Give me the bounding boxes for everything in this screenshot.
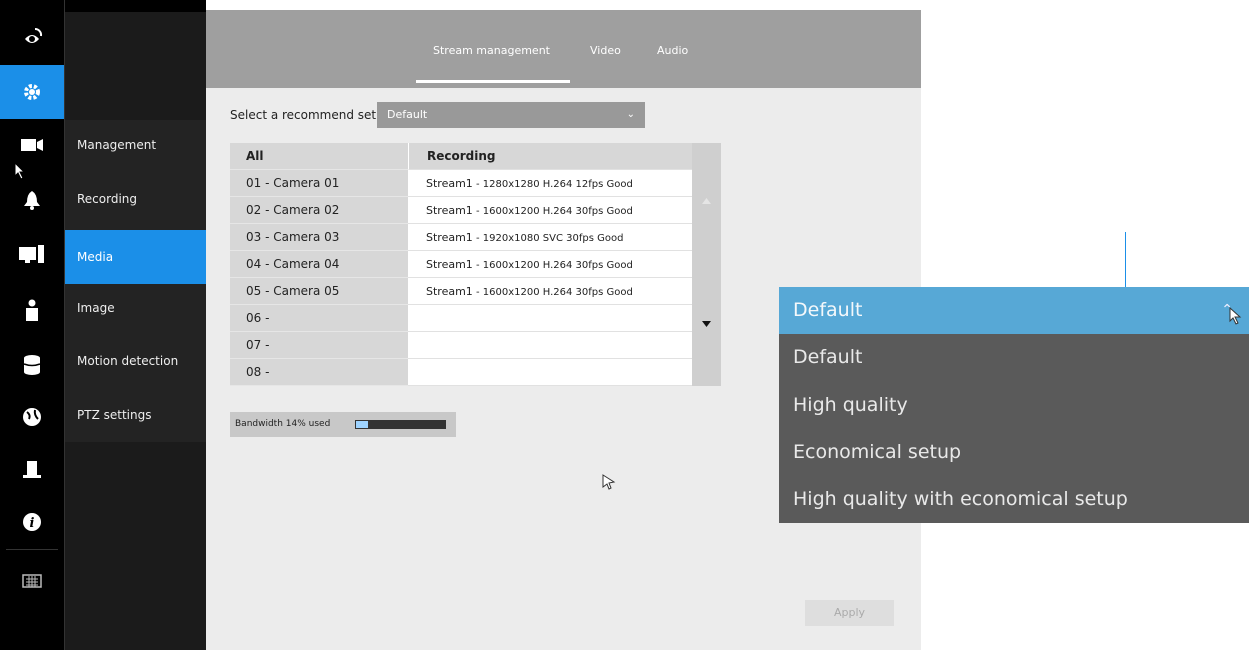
media-submenu: Management Recording Media Image Motion … xyxy=(64,0,206,650)
tab-video[interactable]: Video xyxy=(590,44,621,57)
stream-cell[interactable]: Stream1 - 1600x1200 H.264 30fps Good xyxy=(408,251,692,278)
back-eye-icon[interactable] xyxy=(0,12,64,62)
globe-icon[interactable] xyxy=(0,392,64,442)
scroll-down-icon[interactable] xyxy=(702,321,711,327)
bandwidth-bar xyxy=(355,420,446,429)
table-row[interactable]: 08 - xyxy=(230,359,721,386)
mouse-cursor-icon xyxy=(14,162,26,180)
stream-cell[interactable]: Stream1 - 1600x1200 H.264 30fps Good xyxy=(408,197,692,224)
stream-header: Stream management Video Audio xyxy=(206,10,921,88)
camera-name: 02 - Camera 02 xyxy=(230,197,408,224)
camera-name: 03 - Camera 03 xyxy=(230,224,408,251)
scroll-up-icon[interactable] xyxy=(702,198,711,204)
mouse-cursor-icon xyxy=(1229,307,1242,325)
keyboard-icon[interactable] xyxy=(0,555,64,605)
camera-name: 07 - xyxy=(230,332,408,359)
stream-name: Stream1 xyxy=(426,177,473,190)
camera-name: 05 - Camera 05 xyxy=(230,278,408,305)
dropdown-option-high-quality-economical[interactable]: High quality with economical setup xyxy=(779,476,1249,523)
submenu-item-image[interactable]: Image xyxy=(65,281,206,335)
submenu-item-motion-detection[interactable]: Motion detection xyxy=(65,334,206,388)
stream-name: Stream1 xyxy=(426,285,473,298)
submenu-top xyxy=(65,0,206,12)
plugin-icon[interactable] xyxy=(0,445,64,495)
stream-name: Stream1 xyxy=(426,231,473,244)
bandwidth-label: Bandwidth 14% used xyxy=(235,419,331,429)
stream-cell[interactable]: Stream1 - 1280x1280 H.264 12fps Good xyxy=(408,170,692,197)
bandwidth-bar-fill xyxy=(356,421,368,428)
tab-audio[interactable]: Audio xyxy=(657,44,688,57)
tab-stream-management[interactable]: Stream management xyxy=(433,44,550,57)
stream-detail: - 1600x1200 H.264 30fps Good xyxy=(472,206,633,217)
camera-name: 01 - Camera 01 xyxy=(230,170,408,197)
person-icon[interactable] xyxy=(0,285,64,335)
stream-cell[interactable] xyxy=(408,359,692,386)
apply-button[interactable]: Apply xyxy=(805,600,894,626)
stream-cell[interactable]: Stream1 - 1600x1200 H.264 30fps Good xyxy=(408,278,692,305)
bell-icon[interactable] xyxy=(0,175,64,225)
dropdown-option-default[interactable]: Default xyxy=(779,334,1249,381)
table-scrollbar[interactable] xyxy=(692,143,721,386)
stream-detail: - 1280x1280 H.264 12fps Good xyxy=(472,179,633,190)
camera-name: 08 - xyxy=(230,359,408,386)
camera-name: 04 - Camera 04 xyxy=(230,251,408,278)
callout-line xyxy=(1125,232,1126,288)
info-icon[interactable]: i xyxy=(0,497,64,547)
dropdown-selected-label: Default xyxy=(793,299,863,321)
table-row[interactable]: 06 - xyxy=(230,305,721,332)
svg-text:i: i xyxy=(30,516,35,531)
recommend-label: Select a recommend set: xyxy=(230,108,381,122)
stream-detail: - 1600x1200 H.264 30fps Good xyxy=(472,260,633,271)
submenu-item-ptz-settings[interactable]: PTZ settings xyxy=(65,388,206,442)
camera-name: 06 - xyxy=(230,305,408,332)
table-header-row: All Recording xyxy=(230,143,721,170)
stream-cell[interactable] xyxy=(408,332,692,359)
stream-name: Stream1 xyxy=(426,258,473,271)
submenu-item-management[interactable]: Management xyxy=(65,118,206,172)
table-row[interactable]: 03 - Camera 03 Stream1 - 1920x1080 SVC 3… xyxy=(230,224,721,251)
stream-cell[interactable] xyxy=(408,305,692,332)
gear-icon[interactable] xyxy=(0,65,64,119)
stream-cell[interactable]: Stream1 - 1920x1080 SVC 30fps Good xyxy=(408,224,692,251)
icon-rail: i xyxy=(0,0,64,650)
recommend-dropdown-zoom: Default ⌃ Default High quality Economica… xyxy=(779,287,1249,523)
dropdown-option-economical-setup[interactable]: Economical setup xyxy=(779,429,1249,476)
monitor-icon[interactable] xyxy=(0,230,64,280)
table-row[interactable]: 02 - Camera 02 Stream1 - 1600x1200 H.264… xyxy=(230,197,721,224)
submenu-item-recording[interactable]: Recording xyxy=(65,172,206,226)
submenu-item-media[interactable]: Media xyxy=(65,230,206,284)
table-row[interactable]: 04 - Camera 04 Stream1 - 1600x1200 H.264… xyxy=(230,251,721,278)
stream-detail: - 1920x1080 SVC 30fps Good xyxy=(472,233,624,244)
table-row[interactable]: 05 - Camera 05 Stream1 - 1600x1200 H.264… xyxy=(230,278,721,305)
pointer-cursor-icon xyxy=(602,474,616,490)
active-tab-indicator xyxy=(416,80,570,83)
rail-divider xyxy=(6,549,58,550)
recording-column-header: Recording xyxy=(408,143,692,170)
bandwidth-indicator: Bandwidth 14% used xyxy=(230,412,456,437)
camera-icon[interactable] xyxy=(0,120,64,170)
recommend-select[interactable]: Default ⌄ xyxy=(377,102,645,128)
stream-name: Stream1 xyxy=(426,204,473,217)
dropdown-selected-value[interactable]: Default ⌃ xyxy=(779,287,1249,334)
recommend-select-value: Default xyxy=(387,108,428,121)
stream-detail: - 1600x1200 H.264 30fps Good xyxy=(472,287,633,298)
table-row[interactable]: 07 - xyxy=(230,332,721,359)
dropdown-option-high-quality[interactable]: High quality xyxy=(779,382,1249,429)
camera-column-header[interactable]: All xyxy=(230,143,408,170)
chevron-down-icon: ⌄ xyxy=(626,109,635,120)
database-icon[interactable] xyxy=(0,340,64,390)
table-row[interactable]: 01 - Camera 01 Stream1 - 1280x1280 H.264… xyxy=(230,170,721,197)
